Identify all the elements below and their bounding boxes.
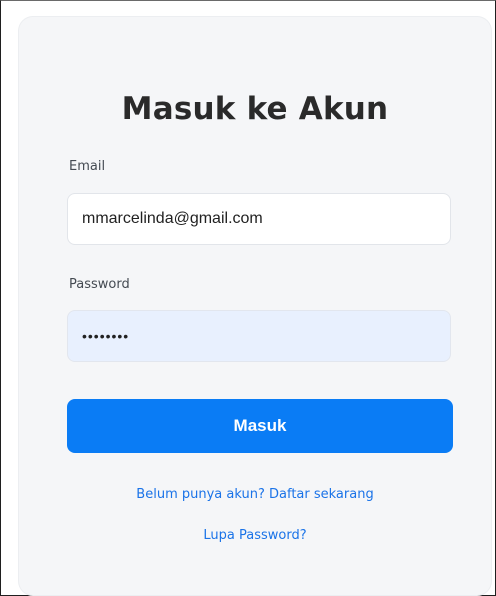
- password-label: Password: [69, 277, 130, 292]
- page-title: Masuk ke Akun: [121, 91, 389, 127]
- email-label: Email: [69, 159, 106, 174]
- forgot-password-link[interactable]: Lupa Password?: [19, 528, 491, 543]
- login-button[interactable]: Masuk: [67, 399, 453, 453]
- email-field[interactable]: [67, 193, 451, 245]
- password-field[interactable]: [67, 310, 451, 362]
- register-link[interactable]: Belum punya akun? Daftar sekarang: [19, 487, 491, 502]
- login-card: Masuk ke Akun Email Password Masuk Belum…: [19, 17, 491, 595]
- screenshot-frame: Masuk ke Akun Email Password Masuk Belum…: [0, 0, 496, 596]
